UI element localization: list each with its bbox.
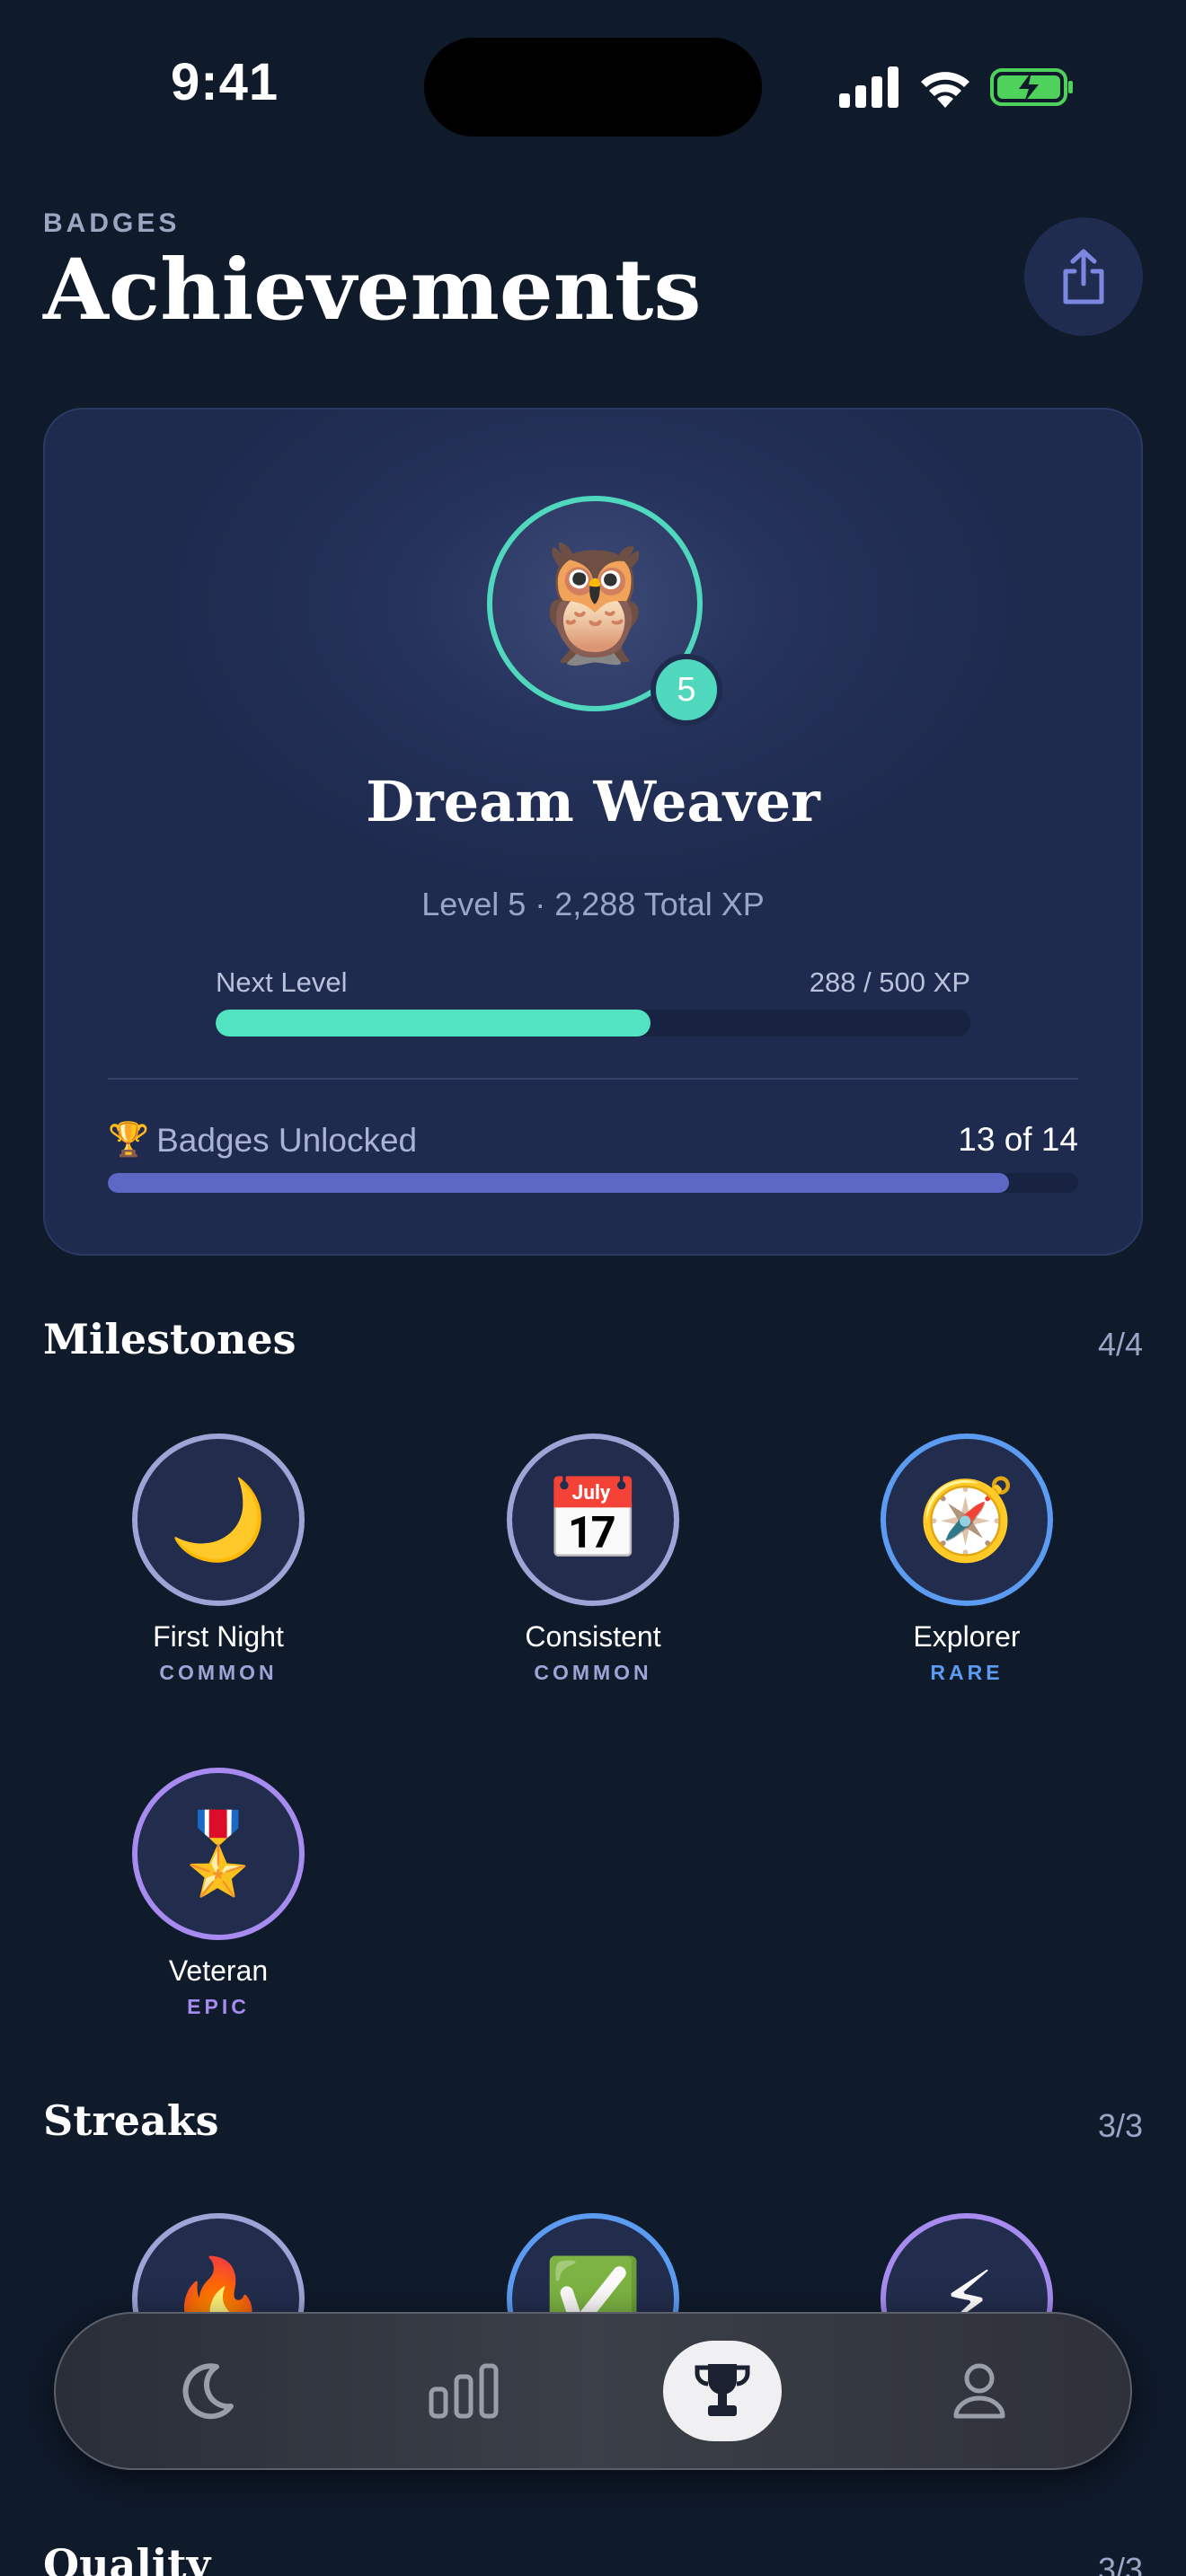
tab-profile[interactable] [920,2341,1039,2441]
badge-consistent[interactable]: 📅 Consistent COMMON [476,1434,710,1685]
badge-rarity: COMMON [159,1661,278,1684]
owl-icon: 🦉 [523,539,667,667]
bar-chart-icon [429,2363,499,2419]
badge-name: Veteran [168,1954,269,1987]
section-title-milestones: Milestones [43,1315,296,1363]
badges-unlocked-label: 🏆 Badges Unlocked [108,1121,417,1160]
profile-card: 🦉 5 Dream Weaver Level 5 · 2,288 Total X… [43,408,1143,1256]
profile-name: Dream Weaver [366,769,820,834]
compass-icon: 🧭 [881,1434,1053,1606]
section-count-streaks: 3/3 [1097,2107,1143,2144]
badge-first-night[interactable]: 🌙 First Night COMMON [102,1434,335,1685]
badge-name: Explorer [913,1620,1021,1653]
page-title: Achievements [43,241,702,340]
status-icons [839,65,1075,110]
badges-progress-fill [108,1173,1010,1193]
battery-charging-icon [990,68,1073,106]
section-title-quality: Quality [43,2540,211,2576]
badge-rarity: RARE [930,1661,1004,1684]
tab-stats[interactable] [404,2341,523,2441]
badge-rarity: COMMON [534,1661,652,1684]
badges-unlocked-text: Badges Unlocked [156,1121,418,1159]
badges-progress-bar [108,1173,1078,1193]
card-divider [108,1078,1078,1080]
status-time: 9:41 [171,53,279,111]
next-level-value: 288 / 500 XP [809,966,970,998]
xp-progress-bar [216,1010,970,1037]
badge-explorer[interactable]: 🧭 Explorer RARE [850,1434,1084,1685]
section-title-streaks: Streaks [43,2096,219,2145]
crescent-moon-icon: 🌙 [132,1434,305,1606]
dynamic-island [424,38,762,137]
medal-icon: 🎖️ [132,1768,305,1940]
section-count-milestones: 4/4 [1097,1326,1143,1363]
level-badge: 5 [651,654,722,726]
share-icon [1063,249,1104,304]
header-eyebrow: BADGES [43,208,181,238]
tab-achievements[interactable] [663,2341,782,2441]
wifi-icon [921,72,969,108]
xp-progress-fill [216,1010,651,1037]
profile-level-xp: Level 5 · 2,288 Total XP [421,886,765,922]
tab-bar [54,2312,1132,2470]
badges-unlocked-count: 13 of 14 [958,1121,1078,1158]
calendar-icon: 📅 [507,1434,679,1606]
moon-icon [182,2363,234,2420]
section-count-quality: 3/3 [1097,2551,1143,2576]
person-icon [953,2363,1005,2419]
tab-sleep[interactable] [147,2341,266,2441]
trophy-tab-icon [695,2364,750,2416]
cellular-signal-icon [839,66,898,108]
badge-name: First Night [153,1620,284,1653]
trophy-icon: 🏆 [108,1121,150,1158]
share-button[interactable] [1024,217,1143,336]
badge-rarity: EPIC [187,1995,250,2018]
status-bar: 9:41 [0,0,1186,171]
badge-name: Consistent [525,1620,661,1653]
badge-veteran[interactable]: 🎖️ Veteran EPIC [102,1768,335,2019]
next-level-label: Next Level [216,966,348,998]
